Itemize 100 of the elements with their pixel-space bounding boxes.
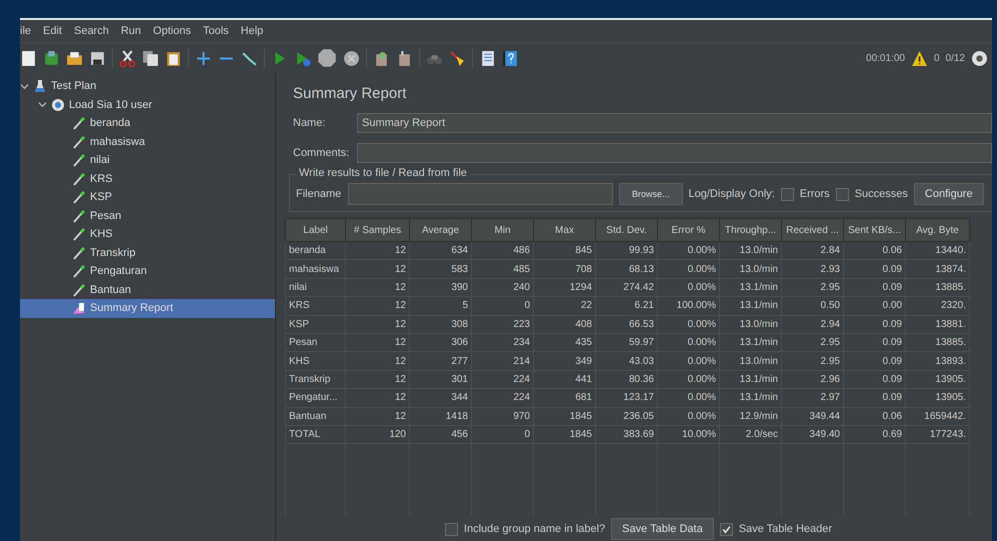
column-header[interactable]: Sent KB/s... xyxy=(844,218,906,242)
column-header[interactable]: Std. Dev. xyxy=(596,218,658,242)
table-cell: 344 xyxy=(410,388,472,408)
open-folder-icon[interactable] xyxy=(66,50,83,66)
column-header[interactable]: Error % xyxy=(658,218,720,242)
table-cell: 485 xyxy=(472,260,534,278)
table-cell: 13.1/min xyxy=(720,296,782,316)
menu-item[interactable]: Help xyxy=(240,25,264,37)
table-cell: 274.42 xyxy=(596,278,658,297)
column-header[interactable]: Avg. Byte xyxy=(906,218,970,242)
tree-item[interactable]: nilai xyxy=(20,151,275,170)
tree-item[interactable]: Pesan xyxy=(20,206,275,225)
column-header[interactable]: Label xyxy=(286,218,346,242)
filename-field[interactable] xyxy=(348,183,613,205)
table-cell: 10.00% xyxy=(658,425,720,444)
table-cell: KRS xyxy=(286,296,346,316)
pipette-icon xyxy=(72,172,86,186)
warning-icon[interactable] xyxy=(910,50,928,66)
expand-caret-icon[interactable] xyxy=(20,82,29,91)
paste-icon[interactable] xyxy=(165,50,182,66)
table-cell: 120 xyxy=(346,425,410,444)
successes-label: Successes xyxy=(854,188,908,200)
menu-item[interactable]: Run xyxy=(120,25,142,37)
tree-item[interactable]: KSP xyxy=(20,188,275,206)
table-cell: 2.94 xyxy=(782,315,844,334)
cut-icon[interactable] xyxy=(119,50,136,66)
menu-item[interactable]: Search xyxy=(74,25,109,37)
tree-item[interactable]: Summary Report xyxy=(20,299,275,318)
tree-item[interactable]: Pengaturan xyxy=(20,262,275,280)
table-cell: 2320. xyxy=(906,296,970,316)
save-icon[interactable] xyxy=(89,50,106,66)
help-icon[interactable] xyxy=(502,50,519,66)
pipette-icon xyxy=(72,246,86,260)
play-no-pause-icon[interactable] xyxy=(294,50,311,66)
column-header[interactable]: Max xyxy=(534,218,596,242)
pipette-icon xyxy=(72,264,86,278)
tree-item[interactable]: KHS xyxy=(20,225,275,244)
table-cell: 681 xyxy=(534,388,596,408)
shutdown-icon[interactable] xyxy=(343,50,360,66)
broom-icon[interactable] xyxy=(449,50,466,66)
table-cell: 13893. xyxy=(906,352,970,370)
browse-button[interactable]: Browse... xyxy=(619,183,683,205)
name-field[interactable]: Summary Report xyxy=(357,113,992,133)
copy-icon[interactable] xyxy=(142,50,159,66)
table-cell: 12 xyxy=(346,242,410,260)
plus-icon[interactable] xyxy=(195,50,212,66)
include-group-checkbox[interactable] xyxy=(444,522,458,536)
comments-field[interactable] xyxy=(357,143,992,163)
table-cell: 1845 xyxy=(534,407,596,426)
table-cell: 13.0/min xyxy=(720,260,782,278)
successes-checkbox[interactable] xyxy=(836,188,849,200)
tree-item[interactable]: Test Plan xyxy=(20,77,275,96)
table-cell: 0.00 xyxy=(844,296,906,316)
table-cell: 2.96 xyxy=(782,370,844,389)
table-cell: 349 xyxy=(534,352,596,370)
template-icon[interactable] xyxy=(43,50,60,66)
menu-item[interactable]: ile xyxy=(20,25,32,37)
table-cell: 383.69 xyxy=(596,425,658,444)
table-cell: 2.95 xyxy=(782,278,844,297)
column-header[interactable]: Throughp... xyxy=(720,218,782,242)
table-cell: 0.00% xyxy=(658,242,720,260)
column-header[interactable]: # Samples xyxy=(346,218,410,242)
tree-item[interactable]: Transkrip xyxy=(20,244,275,262)
table-cell: 100.00% xyxy=(658,296,720,316)
expand-caret-icon[interactable] xyxy=(38,100,47,110)
tree-item[interactable]: KRS xyxy=(20,170,275,188)
tree-item[interactable]: Bantuan xyxy=(20,280,275,299)
tree-item[interactable]: Load Sia 10 user xyxy=(20,96,275,114)
save-header-checkbox[interactable] xyxy=(720,522,733,536)
menu-item[interactable]: Edit xyxy=(43,25,62,37)
column-header[interactable]: Received ... xyxy=(782,218,844,242)
save-table-data-button[interactable]: Save Table Data xyxy=(611,518,714,540)
chart-icon xyxy=(72,301,86,316)
pipette-icon xyxy=(72,208,86,223)
tree-item[interactable]: beranda xyxy=(20,114,275,132)
menu-item[interactable]: Tools xyxy=(202,25,229,37)
table-cell: 441 xyxy=(534,370,596,389)
column-header[interactable]: Average xyxy=(410,218,472,242)
table-cell: 1845 xyxy=(534,425,596,444)
list-icon[interactable] xyxy=(479,50,496,66)
menu-item[interactable]: Options xyxy=(153,25,191,37)
table-cell: 240 xyxy=(472,278,534,297)
table-cell: 234 xyxy=(472,333,534,352)
table-cell: 13885. xyxy=(906,278,970,297)
table-cell: 12 xyxy=(346,260,410,278)
errors-checkbox[interactable] xyxy=(780,188,794,200)
table-cell: 0 xyxy=(472,296,534,316)
table-cell: 0.09 xyxy=(844,278,906,297)
table-cell: 13885. xyxy=(906,333,970,352)
table-cell: 13905. xyxy=(906,370,970,389)
stop-icon[interactable] xyxy=(317,48,337,68)
configure-button[interactable]: Configure xyxy=(914,183,984,205)
column-header[interactable]: Min xyxy=(472,218,534,242)
table-cell: 2.93 xyxy=(782,260,844,278)
log-display-label: Log/Display Only: xyxy=(688,188,775,200)
tree-item[interactable]: mahasiswa xyxy=(20,132,275,151)
new-file-icon[interactable] xyxy=(20,50,37,66)
table-cell: Pesan xyxy=(286,333,346,352)
table-cell: 224 xyxy=(472,370,534,389)
table-cell: 13.0/min xyxy=(720,315,782,334)
